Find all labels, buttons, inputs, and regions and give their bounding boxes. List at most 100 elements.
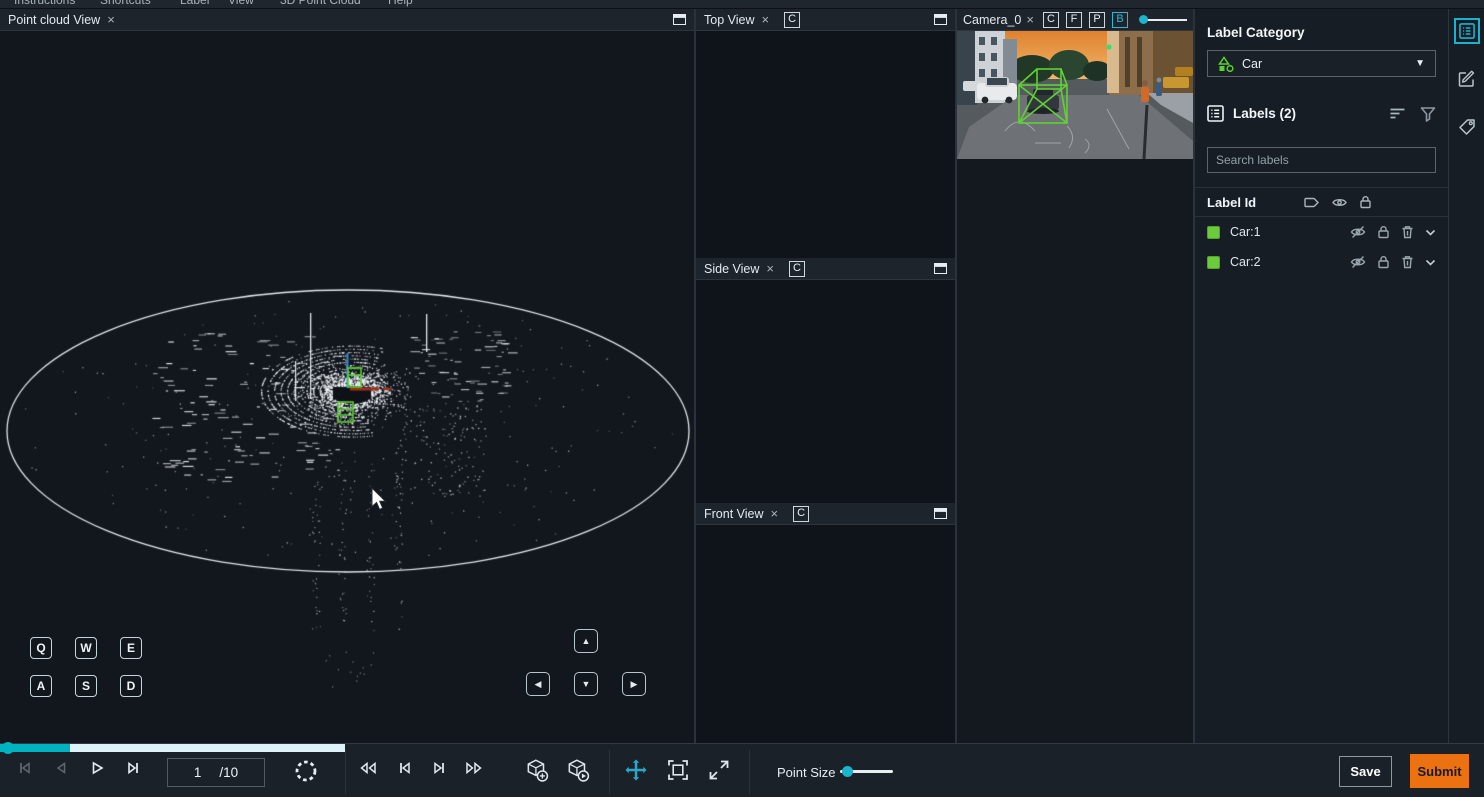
top-view-viewport[interactable] [696,31,955,258]
frame-total: /10 [219,765,238,780]
label-name: Car:1 [1230,225,1261,239]
fit-to-frame-button[interactable] [666,758,690,782]
side-view-panel: Side View × C [696,258,955,503]
camera-mode-p-button[interactable]: P [1089,12,1105,28]
submit-button[interactable]: Submit [1410,754,1469,788]
menu-item-shortcuts[interactable]: Shortcuts [100,0,151,7]
menu-item-label[interactable]: Label [180,0,209,7]
camera-mode-f-button[interactable]: F [1066,12,1082,28]
eye-icon[interactable] [1332,196,1347,209]
camera-opacity-slider[interactable] [1141,19,1187,21]
lock-icon[interactable] [1377,255,1390,269]
move-tool-button[interactable] [624,758,648,782]
maximize-icon[interactable] [934,14,947,25]
panel-title: Top View [704,13,755,27]
loading-spinner-icon [294,759,318,783]
camera-toggle-button[interactable]: C [784,12,800,28]
label-color-swatch [1207,226,1220,239]
side-view-header: Side View × C [696,258,955,280]
key-q[interactable]: Q [30,637,52,659]
step-back-button[interactable] [52,760,70,776]
camera-view-image[interactable] [957,31,1193,159]
tags-panel-tab[interactable] [1454,114,1480,140]
close-icon[interactable]: × [107,13,115,26]
menu-item-instructions[interactable]: Instructions [14,0,75,7]
front-view-header: Front View × C [696,503,955,525]
top-view-header: Top View × C [696,9,955,31]
delete-icon[interactable] [1401,225,1414,239]
save-button[interactable]: Save [1339,756,1392,787]
expand-view-button[interactable] [707,758,731,782]
label-row-car-1[interactable]: Car:1 [1195,217,1448,247]
menu-item-view[interactable]: View [228,0,254,7]
lock-icon[interactable] [1359,195,1372,209]
close-icon[interactable]: × [762,13,770,26]
add-cuboid-sequence-button[interactable] [565,757,591,783]
annotation-app: Instructions Shortcuts Label View 3D Poi… [0,0,1484,797]
tag-icon[interactable] [1304,196,1320,209]
front-view-viewport[interactable] [696,525,955,743]
chevron-down-icon[interactable] [1425,259,1436,266]
frame-scrubber[interactable] [0,744,345,752]
labels-list-icon [1207,105,1224,122]
sort-icon[interactable] [1389,106,1406,121]
filter-icon[interactable] [1420,106,1436,122]
key-w[interactable]: W [75,637,97,659]
menu-item-help[interactable]: Help [388,0,413,7]
panel-title: Front View [704,507,764,521]
scrubber-knob[interactable] [2,742,14,754]
arrow-left-icon[interactable]: ◀ [526,672,550,696]
close-icon[interactable]: × [766,262,774,275]
camera-toggle-button[interactable]: C [789,261,805,277]
labels-panel-tab[interactable] [1454,18,1480,44]
lock-icon[interactable] [1377,225,1390,239]
maximize-icon[interactable] [934,508,947,519]
key-d[interactable]: D [120,675,142,697]
maximize-icon[interactable] [673,14,686,25]
label-row-car-2[interactable]: Car:2 [1195,247,1448,277]
previous-frame-button[interactable] [396,760,414,776]
label-sidebar: Label Category Car ▼ Labels (2) [1195,9,1448,743]
point-cloud-panel: Point cloud View × Q W E A S D ▲ ◀ ▼ ▶ [0,9,694,743]
camera-header: Camera_0 × C F P B [957,9,1193,31]
menu-item-3d-point-cloud[interactable]: 3D Point Cloud [280,0,361,7]
category-shapes-icon [1218,56,1234,72]
key-e[interactable]: E [120,637,142,659]
fast-rewind-button[interactable] [358,760,378,776]
close-icon[interactable]: × [771,507,779,520]
next-frame-step-button[interactable] [430,760,448,776]
camera-mode-b-button[interactable]: B [1112,12,1128,28]
side-view-viewport[interactable] [696,280,955,503]
slider-knob[interactable] [842,766,853,777]
go-first-frame-button[interactable] [16,760,34,776]
key-s[interactable]: S [75,675,97,697]
panel-title: Point cloud View [8,13,100,27]
tools-rail [1448,9,1484,743]
fast-forward-button[interactable] [464,760,484,776]
slider-knob[interactable] [1139,15,1148,24]
maximize-icon[interactable] [934,263,947,274]
close-icon[interactable]: × [1026,13,1034,26]
camera-toggle-button[interactable]: C [793,506,809,522]
search-input[interactable] [1207,147,1436,173]
arrow-up-icon[interactable]: ▲ [574,629,598,653]
visibility-off-icon[interactable] [1350,255,1366,269]
camera-mode-c-button[interactable]: C [1043,12,1059,28]
top-view-panel: Top View × C [696,9,955,258]
key-a[interactable]: A [30,675,52,697]
point-size-label: Point Size [777,765,836,780]
arrow-right-icon[interactable]: ▶ [622,672,646,696]
next-frame-button[interactable] [124,760,142,776]
arrow-down-icon[interactable]: ▼ [574,672,598,696]
edit-panel-tab[interactable] [1454,66,1480,92]
visibility-off-icon[interactable] [1350,225,1366,239]
frame-counter[interactable]: 1 /10 [167,758,265,787]
label-category-dropdown[interactable]: Car ▼ [1207,50,1436,77]
add-cuboid-button[interactable] [524,757,550,783]
delete-icon[interactable] [1401,255,1414,269]
panel-title: Side View [704,262,759,276]
point-size-slider[interactable] [840,770,893,773]
play-button[interactable] [88,760,106,776]
chevron-down-icon[interactable] [1425,229,1436,236]
labels-section-header: Labels (2) [1207,105,1436,122]
